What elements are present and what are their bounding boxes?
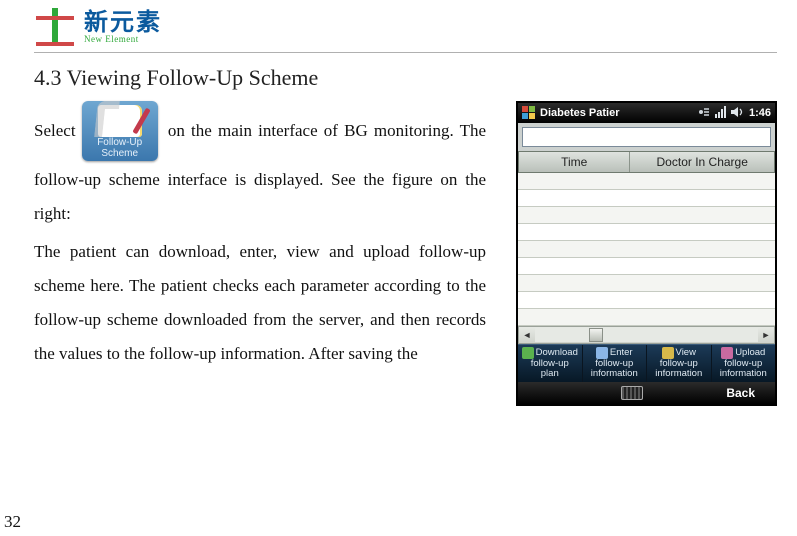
paragraph-1: Select Follow-Up Scheme on the main inte…	[34, 101, 486, 231]
status-bar: Diabetes Patier 1:46	[518, 103, 775, 123]
scroll-right-icon[interactable]: ►	[758, 330, 774, 340]
download-plan-button[interactable]: Download follow-up plan	[518, 345, 583, 382]
table-row[interactable]	[518, 173, 775, 190]
table-row[interactable]	[518, 224, 775, 241]
col-doctor[interactable]: Doctor In Charge	[630, 152, 774, 172]
icon-caption-2: Scheme	[101, 148, 138, 159]
horizontal-scrollbar[interactable]: ◄ ►	[518, 326, 775, 344]
page-number: 32	[4, 512, 21, 532]
body-text-column: Select Follow-Up Scheme on the main inte…	[34, 101, 486, 406]
upload-info-button[interactable]: Upload follow-up information	[712, 345, 776, 382]
table-row[interactable]	[518, 190, 775, 207]
table-row[interactable]	[518, 309, 775, 326]
signal-icon	[715, 106, 727, 121]
brand-text: 新元素 New Element	[84, 11, 162, 44]
scroll-left-icon[interactable]: ◄	[519, 330, 535, 340]
brand-header: 新元素 New Element	[34, 6, 777, 53]
search-bar	[518, 123, 775, 151]
clock: 1:46	[749, 107, 771, 119]
search-input[interactable]	[522, 127, 771, 147]
toolbar: Download follow-up plan Enter follow-up …	[518, 344, 775, 382]
table-row[interactable]	[518, 258, 775, 275]
table-row[interactable]	[518, 292, 775, 309]
enter-info-button[interactable]: Enter follow-up information	[583, 345, 648, 382]
table-row[interactable]	[518, 241, 775, 258]
table-body	[518, 173, 775, 326]
scroll-thumb[interactable]	[589, 328, 603, 342]
table-row[interactable]	[518, 275, 775, 292]
network-icon	[697, 106, 711, 121]
soft-key-bar: Back	[518, 382, 775, 404]
view-info-button[interactable]: View follow-up information	[647, 345, 712, 382]
icon-caption-1: Follow-Up	[97, 137, 142, 148]
col-time[interactable]: Time	[519, 152, 630, 172]
windows-start-icon[interactable]	[522, 106, 536, 120]
para1-lead: Select	[34, 121, 76, 140]
soft-key-back[interactable]: Back	[726, 386, 755, 400]
volume-icon	[731, 106, 745, 121]
app-title: Diabetes Patier	[540, 107, 693, 119]
brand-logo-icon	[34, 6, 76, 48]
brand-name-en: New Element	[84, 35, 162, 44]
followup-scheme-icon: Follow-Up Scheme	[82, 101, 158, 161]
phone-screenshot: Diabetes Patier 1:46 Time Doctor In Char…	[516, 101, 777, 406]
paragraph-2: The patient can download, enter, view an…	[34, 235, 486, 371]
scroll-track[interactable]	[535, 328, 758, 342]
keyboard-icon[interactable]	[621, 386, 643, 400]
table-row[interactable]	[518, 207, 775, 224]
brand-name-cn: 新元素	[84, 11, 162, 35]
section-heading: 4.3 Viewing Follow-Up Scheme	[34, 65, 777, 91]
table-header: Time Doctor In Charge	[518, 151, 775, 173]
